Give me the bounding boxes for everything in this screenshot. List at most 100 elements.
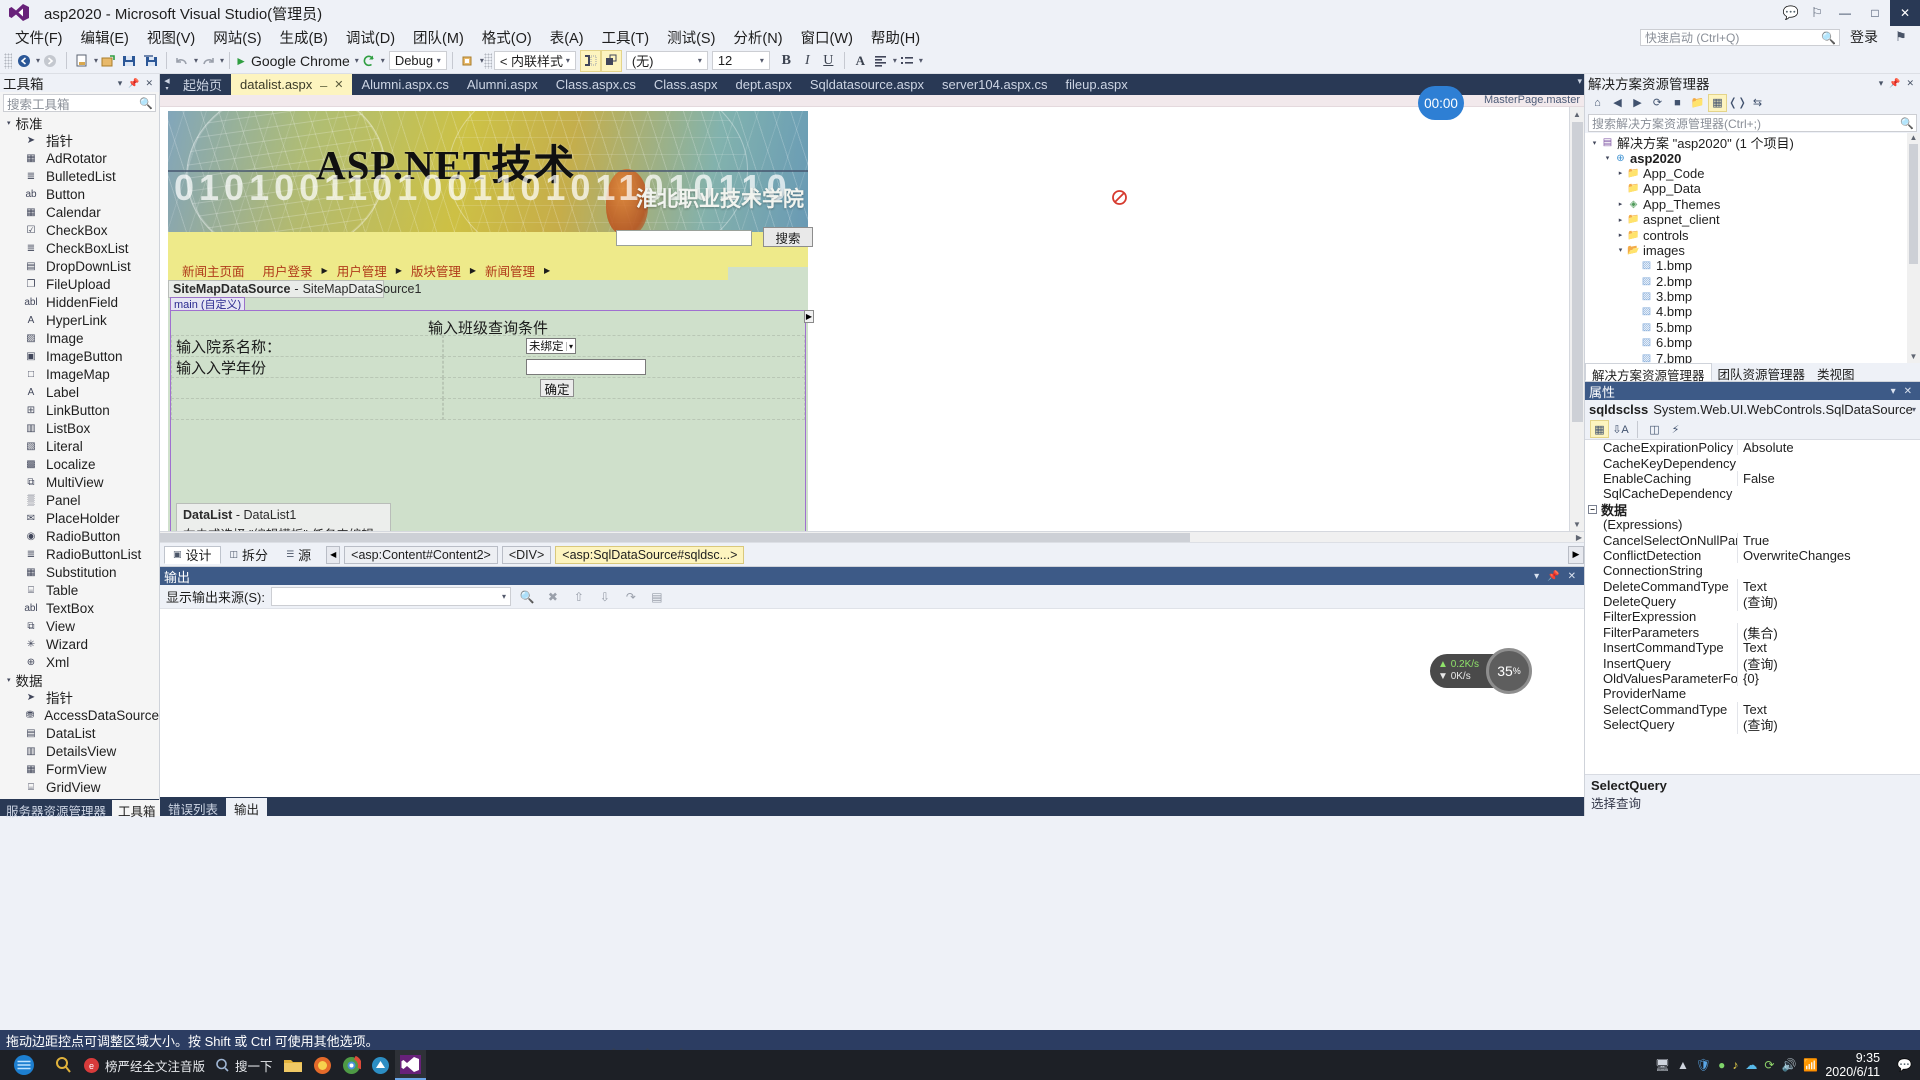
tab-datalist-aspx[interactable]: datalist.aspx ⚊ ✕	[231, 74, 353, 95]
chevron-down-icon[interactable]: ▾	[1912, 405, 1916, 414]
toolbox-item-table[interactable]: ⌸ Table	[0, 581, 159, 599]
run-target-label[interactable]: Google Chrome	[247, 53, 354, 69]
tree-item-controls[interactable]: ▸ 📁 controls	[1585, 227, 1906, 243]
font-color-icon[interactable]: A	[850, 50, 871, 72]
property-row-conflictdetection[interactable]: ConflictDetection OverwriteChanges	[1585, 547, 1920, 563]
tab-server-explorer[interactable]: 服务器资源管理器	[0, 800, 112, 819]
toolbox-item-substitution[interactable]: ▦ Substitution	[0, 563, 159, 581]
taskbar-item-app-blue[interactable]	[366, 1050, 395, 1080]
target-rule-icon[interactable]	[579, 49, 601, 72]
property-value[interactable]: (集合)	[1737, 622, 1920, 642]
toolbox-item-checkboxlist[interactable]: ≣ CheckBoxList	[0, 239, 159, 257]
underline-button[interactable]: U	[818, 50, 839, 72]
bold-button[interactable]: B	[776, 50, 797, 72]
tree-item-6.bmp[interactable]: ▨ 6.bmp	[1585, 335, 1906, 350]
tab-solution-explorer[interactable]: 解决方案资源管理器	[1585, 363, 1712, 383]
twisty-icon[interactable]: ▸	[1615, 231, 1626, 239]
tab-start-page[interactable]: 起始页	[174, 74, 231, 95]
minimize-button[interactable]: —	[1830, 0, 1860, 26]
navigate-forward-icon[interactable]	[40, 50, 61, 72]
toolbox-item-dropdownlist[interactable]: ▤ DropDownList	[0, 257, 159, 275]
toolbox-item-panel[interactable]: ▒ Panel	[0, 491, 159, 509]
property-row-cancelselectonnullparameter[interactable]: CancelSelectOnNullParameterTrue	[1585, 532, 1920, 548]
toolbox-item-指针[interactable]: ➤ 指针	[0, 688, 159, 706]
chevron-down-icon[interactable]: ▾	[1530, 571, 1543, 582]
breadcrumb-scroll-right-icon[interactable]: ▶	[1568, 545, 1584, 564]
speaker-icon[interactable]: 🔊	[1781, 1058, 1796, 1072]
property-value[interactable]: False	[1737, 470, 1920, 486]
property-value[interactable]: OverwriteChanges	[1737, 547, 1920, 563]
toolbox-item-xml[interactable]: ⊕ Xml	[0, 653, 159, 671]
start-debug-icon[interactable]: ►	[235, 54, 247, 68]
search-icon[interactable]: 🔍	[1900, 117, 1914, 130]
bullet-list-icon[interactable]	[897, 50, 918, 72]
taskbar-item-visual-studio[interactable]	[394, 1050, 426, 1080]
close-button[interactable]: ✕	[1890, 0, 1920, 26]
menu-item-website[interactable]: 网站(S)	[204, 26, 270, 49]
properties-view-icon[interactable]: ◫	[1645, 420, 1664, 438]
tree-item-aspnetclient[interactable]: ▸ 📁 aspnet_client	[1585, 212, 1906, 227]
property-row-[interactable]: − 数据	[1585, 499, 1920, 519]
maximize-button[interactable]: □	[1860, 0, 1890, 26]
property-row-insertquery[interactable]: InsertQuery (查询)	[1585, 653, 1920, 673]
note-icon[interactable]: ♪	[1732, 1058, 1738, 1072]
notification-bell-icon[interactable]: ⚑	[1888, 25, 1914, 49]
tree-item-7.bmp[interactable]: ▨ 7.bmp	[1585, 350, 1906, 363]
page-content-area[interactable]: ASP.NET技术 0101001101001101011010110 淮北职业…	[168, 111, 1127, 531]
chevron-down-icon[interactable]: ▾	[498, 592, 510, 601]
tree-item-1.bmp[interactable]: ▨ 1.bmp	[1585, 258, 1906, 273]
toolbox-item-hiddenfield[interactable]: abl HiddenField	[0, 293, 159, 311]
scroll-up-icon[interactable]: ▲	[1907, 133, 1920, 142]
nav-item-board-manage[interactable]: 版块管理	[402, 261, 470, 280]
taskbar-clock[interactable]: 9:35 2020/6/11	[1825, 1051, 1890, 1079]
toolbox-item-placeholder[interactable]: ✉ PlaceHolder	[0, 509, 159, 527]
monitor-icon[interactable]: 🖥	[1655, 1058, 1670, 1072]
content-region-tag[interactable]: main (自定义)	[170, 297, 246, 311]
tab-server104-aspx-cs[interactable]: server104.aspx.cs	[933, 74, 1057, 95]
close-icon[interactable]: ✕	[334, 78, 343, 91]
taskbar-item-firefox[interactable]	[308, 1050, 337, 1080]
tab-class-aspx[interactable]: Class.aspx	[645, 74, 727, 95]
property-row-oldvaluesparameterformatstr[interactable]: OldValuesParameterFormatStr{0}	[1585, 671, 1920, 687]
property-row-filterparameters[interactable]: FilterParameters (集合)	[1585, 622, 1920, 642]
show-all-files-icon[interactable]: 📁	[1688, 94, 1707, 112]
solution-tree-scrollbar[interactable]: ▲ ▼	[1907, 133, 1920, 363]
designer-vertical-scrollbar[interactable]: ▲ ▼	[1569, 107, 1584, 531]
design-surface[interactable]: ASP.NET技术 0101001101001101011010110 淮北职业…	[160, 107, 1584, 531]
toolbar-grip[interactable]	[4, 52, 12, 69]
network-icon[interactable]: 📶	[1803, 1058, 1818, 1072]
chevron-down-icon[interactable]: ▾	[565, 341, 575, 351]
toolbox-item-linkbutton[interactable]: ⊞ LinkButton	[0, 401, 159, 419]
tab-source-view[interactable]: ☰ 源	[277, 546, 320, 564]
breadcrumb-sqldatasource[interactable]: <asp:SqlDataSource#sqldsc...>	[555, 545, 745, 564]
toolbox-item-detailsview[interactable]: ▥ DetailsView	[0, 742, 159, 760]
font-family-combo[interactable]: (无) ▾	[625, 51, 708, 70]
refresh-icon[interactable]: ⟳	[1648, 94, 1667, 112]
twisty-icon[interactable]: ▾	[1615, 246, 1626, 254]
nav-item-user-login[interactable]: 用户登录	[254, 261, 322, 280]
find-message-icon[interactable]: 🔍	[517, 587, 537, 607]
tree-item-4.bmp[interactable]: ▨ 4.bmp	[1585, 304, 1906, 319]
twisty-icon[interactable]: ▾	[1602, 154, 1613, 162]
search-icon[interactable]: 🔍	[1821, 31, 1836, 45]
up-arrow-icon[interactable]: ▲	[1677, 1058, 1689, 1072]
taskbar-item-search[interactable]: 搜一下	[210, 1050, 278, 1080]
feedback-icon[interactable]: 💬	[1778, 1, 1804, 25]
designer-horizontal-scrollbar[interactable]: ▶	[160, 531, 1584, 542]
tab-class-aspx-cs[interactable]: Class.aspx.cs	[547, 74, 645, 95]
refresh-dropdown-icon[interactable]: ▾	[381, 56, 385, 65]
alphabetical-icon[interactable]: ⇩A	[1611, 420, 1630, 438]
chevron-down-icon[interactable]: ▾	[757, 56, 767, 65]
property-value[interactable]: (查询)	[1737, 715, 1920, 735]
refresh-icon[interactable]	[359, 50, 380, 72]
green-status-icon[interactable]: ●	[1718, 1058, 1725, 1072]
menu-item-file[interactable]: 文件(F)	[6, 26, 72, 49]
search-button[interactable]: 搜索	[763, 227, 813, 247]
menu-item-table[interactable]: 表(A)	[541, 26, 593, 49]
toggle-output-icon[interactable]: ▤	[647, 587, 667, 607]
tab-team-explorer[interactable]: 团队资源管理器	[1712, 363, 1812, 382]
nav-item-news-home[interactable]: 新闻主页面	[173, 261, 254, 280]
tab-sqldatasource-aspx[interactable]: Sqldatasource.aspx	[801, 74, 933, 95]
events-view-icon[interactable]: ⚡	[1666, 420, 1685, 438]
menu-item-view[interactable]: 视图(V)	[138, 26, 204, 49]
